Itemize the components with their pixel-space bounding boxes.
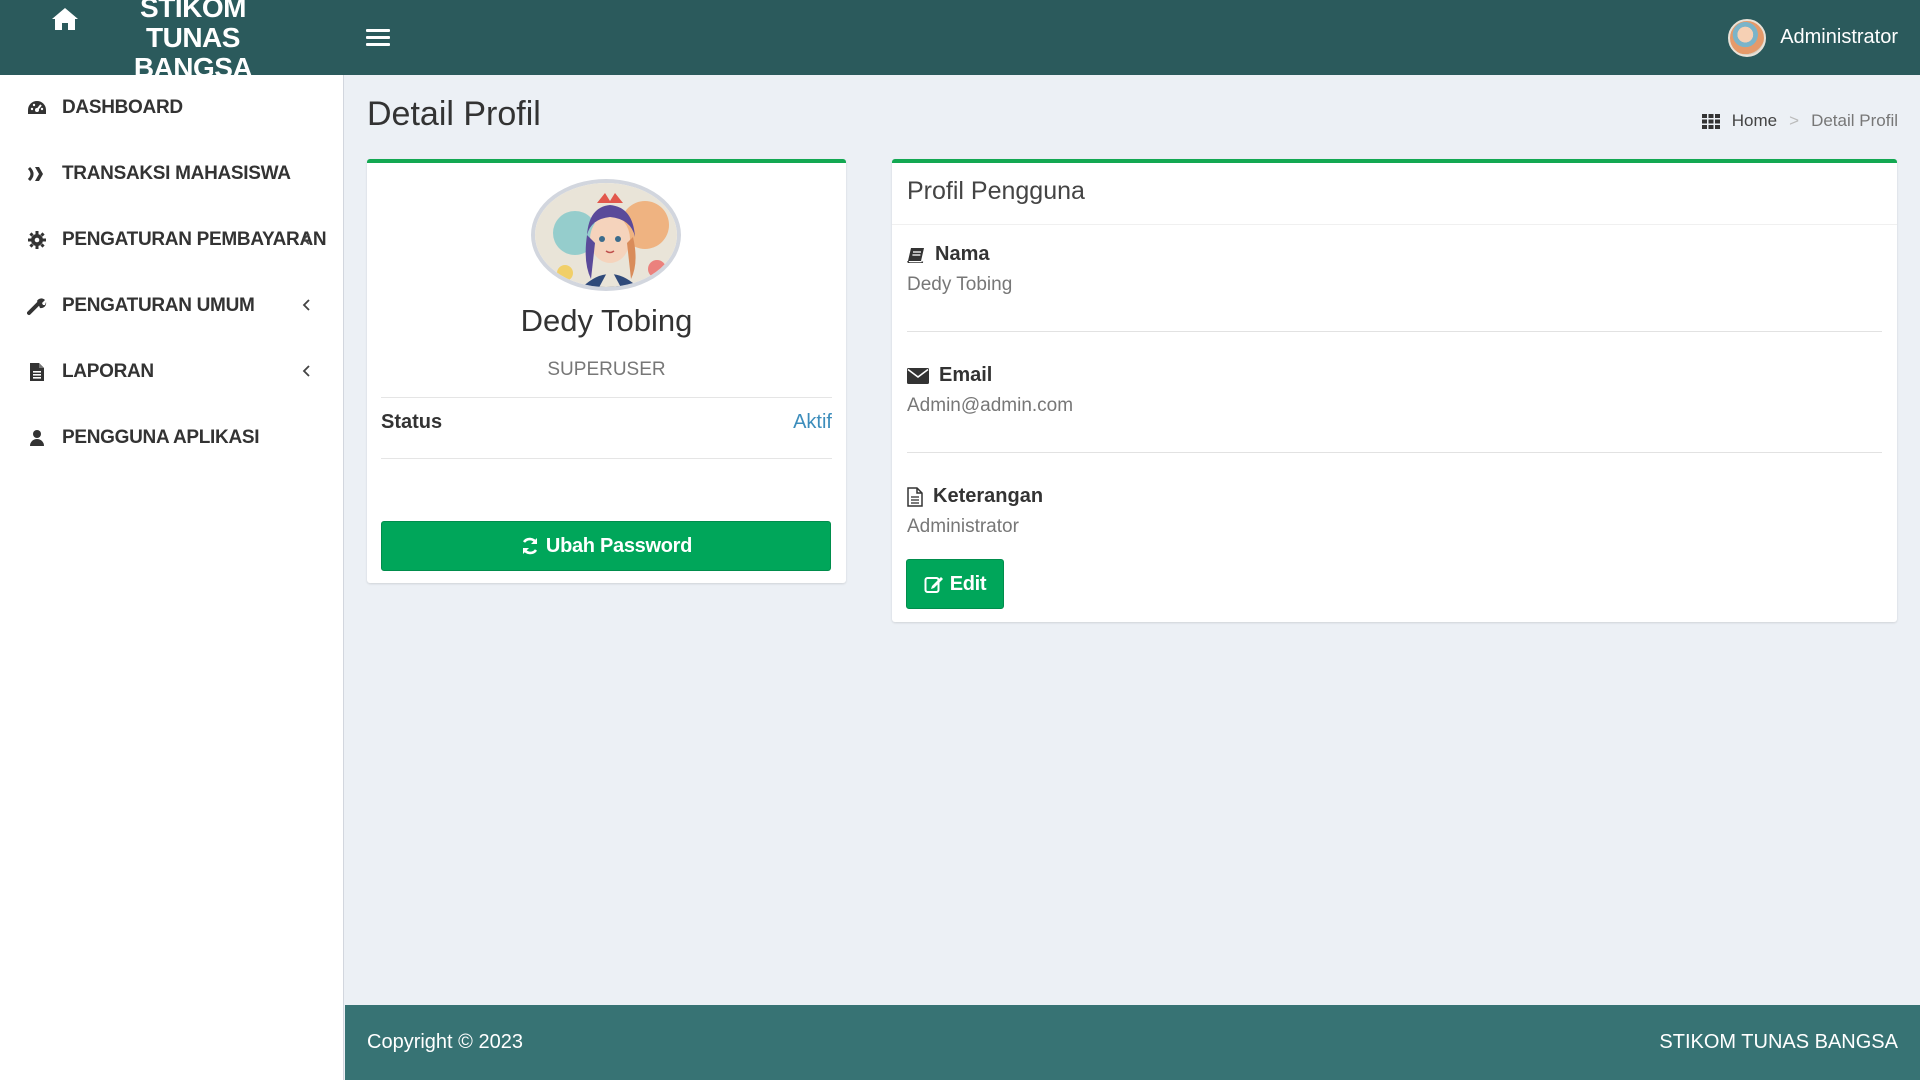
- sidebar-item-label: PENGATURAN PEMBAYARAN: [62, 229, 327, 250]
- field-value: Administrator: [907, 516, 1019, 537]
- field-keterangan: Keterangan Administrator: [907, 485, 1043, 538]
- envelope-icon: [907, 367, 929, 384]
- file-icon: [26, 361, 48, 383]
- footer-org-name: STIKOM TUNAS BANGSA: [1659, 1031, 1898, 1053]
- divider: [381, 458, 832, 459]
- sidebar: DASHBOARD TRANSAKSI MAHASISWA PENGATURAN…: [0, 75, 344, 1080]
- divider: [907, 331, 1882, 332]
- profile-name: Dedy Tobing: [520, 303, 693, 338]
- profile-card: Dedy Tobing SUPERUSER Status Aktif Ubah …: [367, 159, 846, 583]
- field-label: Nama: [935, 243, 990, 265]
- profile-detail-card: Profil Pengguna Nama Dedy Tobing Email A…: [892, 159, 1897, 622]
- field-value: Admin@admin.com: [907, 395, 1074, 416]
- divider: [381, 397, 832, 398]
- copyright-text: Copyright © 2023: [367, 1031, 523, 1053]
- status-value-link[interactable]: Aktif: [793, 411, 832, 434]
- hamburger-icon-bar: [366, 36, 390, 39]
- edit-button[interactable]: Edit: [906, 559, 1004, 609]
- user-name: Administrator: [1780, 26, 1898, 48]
- edit-icon: [924, 577, 943, 593]
- user-menu[interactable]: Administrator: [1728, 0, 1898, 75]
- divider: [907, 452, 1882, 453]
- chevron-left-icon: [302, 299, 310, 311]
- sidebar-item-transaksi-mahasiswa[interactable]: TRANSAKSI MAHASISWA: [0, 141, 343, 207]
- avatar: [1728, 18, 1767, 57]
- divider: [892, 224, 1897, 225]
- status-row: Status Aktif: [381, 411, 832, 434]
- breadcrumb-home-link[interactable]: Home: [1732, 111, 1777, 131]
- main-content: Detail Profil Home > Detail Profil Dedy …: [345, 75, 1920, 1005]
- field-value: Dedy Tobing: [907, 274, 1013, 295]
- field-label: Keterangan: [933, 485, 1044, 507]
- field-label: Email: [939, 364, 993, 386]
- field-label-row: Keterangan: [907, 485, 1043, 508]
- transaction-icon: [26, 163, 48, 185]
- sidebar-item-label: PENGGUNA APLIKASI: [62, 427, 260, 448]
- refresh-icon: [522, 537, 538, 555]
- field-nama: Nama Dedy Tobing: [907, 243, 1012, 296]
- breadcrumb-separator: >: [1789, 111, 1800, 130]
- field-email: Email Admin@admin.com: [907, 364, 1073, 417]
- gear-icon: [26, 229, 48, 251]
- breadcrumb: Home > Detail Profil: [1701, 111, 1898, 131]
- field-label-row: Email: [907, 364, 1073, 387]
- footer: Copyright © 2023 STIKOM TUNAS BANGSA: [345, 1005, 1920, 1080]
- edit-label: Edit: [949, 572, 987, 595]
- hamburger-icon: [366, 29, 390, 32]
- sidebar-item-label: LAPORAN: [62, 361, 154, 382]
- card-title: Profil Pengguna: [907, 177, 1085, 205]
- field-label-row: Nama: [907, 243, 1012, 266]
- dashboard-icon: [26, 97, 48, 119]
- sidebar-item-dashboard[interactable]: DASHBOARD: [0, 75, 343, 141]
- sidebar-toggle-button[interactable]: [366, 26, 390, 50]
- user-icon: [26, 427, 48, 449]
- page-title: Detail Profil: [367, 95, 541, 133]
- top-navbar: STIKOM TUNAS BANGSA Administrator: [0, 0, 1920, 82]
- profile-avatar: [531, 179, 681, 291]
- hamburger-icon-bar: [366, 43, 390, 46]
- sidebar-item-label: DASHBOARD: [62, 97, 183, 118]
- home-icon: [52, 7, 78, 30]
- breadcrumb-current: Detail Profil: [1811, 111, 1898, 130]
- sidebar-item-label: TRANSAKSI MAHASISWA: [62, 163, 291, 184]
- sidebar-item-pengaturan-umum[interactable]: PENGATURAN UMUM: [0, 273, 343, 339]
- wrench-icon: [26, 295, 48, 317]
- status-label: Status: [381, 411, 443, 433]
- sidebar-item-pengguna-aplikasi[interactable]: PENGGUNA APLIKASI: [0, 405, 343, 471]
- brand-logo[interactable]: STIKOM TUNAS BANGSA: [0, 0, 344, 82]
- change-password-label: Ubah Password: [545, 534, 693, 557]
- grid-icon: [1701, 113, 1720, 129]
- change-password-button[interactable]: Ubah Password: [381, 521, 831, 571]
- profile-role: SUPERUSER: [547, 359, 666, 380]
- sidebar-item-laporan[interactable]: LAPORAN: [0, 339, 343, 405]
- brand-name: STIKOM TUNAS BANGSA: [133, 0, 253, 83]
- chevron-left-icon: [302, 233, 310, 245]
- sidebar-item-label: PENGATURAN UMUM: [62, 295, 255, 316]
- book-icon: [907, 247, 924, 263]
- sidebar-item-pengaturan-pembayaran[interactable]: PENGATURAN PEMBAYARAN: [0, 207, 343, 273]
- chevron-left-icon: [302, 365, 310, 377]
- document-icon: [907, 486, 923, 507]
